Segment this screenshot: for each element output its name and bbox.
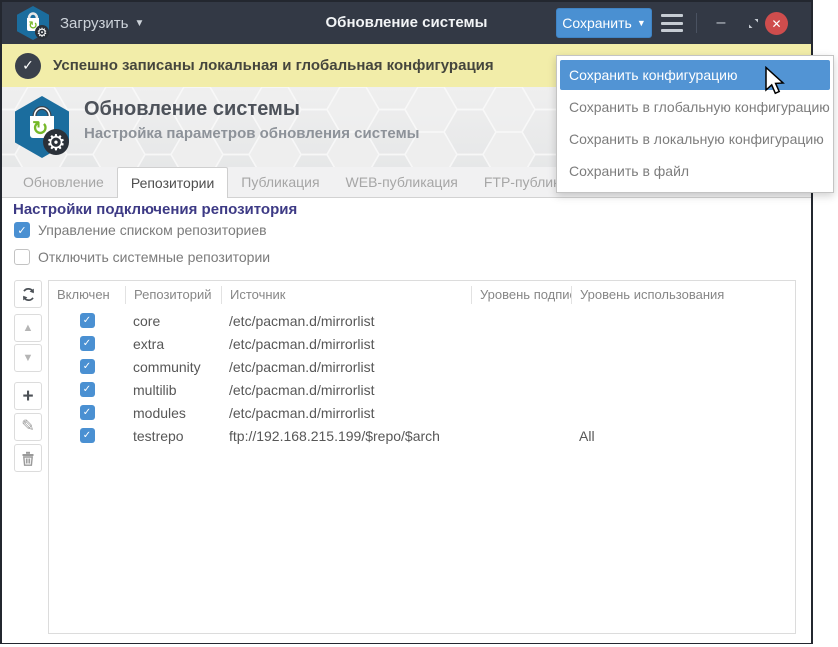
repositories-panel: Настройки подключения репозитория ✓ Упра… <box>2 198 811 643</box>
banner-title: Обновление системы <box>84 98 300 121</box>
menu-item-save-configuration[interactable]: Сохранить конфигурацию <box>560 60 830 90</box>
notification-message: Успешно записаны локальная и глобальная … <box>53 57 494 74</box>
table-row[interactable]: ✓ modules /etc/pacman.d/mirrorlist <box>49 401 795 424</box>
repo-usage-level: All <box>571 428 795 444</box>
move-down-button[interactable]: ▼ <box>14 344 42 372</box>
titlebar: ↻ ⚙ Загрузить ▼ Обновление системы Сохра… <box>2 2 811 44</box>
plus-icon: + <box>22 387 33 406</box>
save-dropdown-button[interactable]: Сохранить ▼ <box>556 8 652 38</box>
repositories-table: Включен Репозиторий Источник Уровень под… <box>48 280 796 634</box>
menu-item-save-global-configuration[interactable]: Сохранить в глобальную конфигурацию <box>560 92 830 122</box>
repo-name: modules <box>125 405 221 421</box>
load-dropdown-button[interactable]: Загрузить ▼ <box>60 2 144 44</box>
checkbox-unchecked[interactable] <box>14 249 30 265</box>
repo-source: ftp://192.168.215.199/$repo/$arch <box>221 428 471 444</box>
column-header-enabled[interactable]: Включен <box>49 286 125 304</box>
tab-update[interactable]: Обновление <box>10 167 117 197</box>
repo-name: multilib <box>125 382 221 398</box>
repo-name: core <box>125 313 221 329</box>
repo-source: /etc/pacman.d/mirrorlist <box>221 336 471 352</box>
row-checkbox-checked[interactable]: ✓ <box>80 428 95 443</box>
minimize-button[interactable]: – <box>708 2 734 44</box>
pencil-icon: ✎ <box>21 419 34 435</box>
svg-text:⚙: ⚙ <box>37 26 48 40</box>
row-checkbox-checked[interactable]: ✓ <box>80 359 95 374</box>
refresh-button[interactable] <box>14 280 42 308</box>
refresh-icon <box>21 287 36 302</box>
menu-hamburger-icon[interactable] <box>661 14 683 32</box>
desktop: ↻ ⚙ Загрузить ▼ Обновление системы Сохра… <box>0 0 838 647</box>
repo-name: community <box>125 359 221 375</box>
column-header-repository[interactable]: Репозиторий <box>125 286 221 304</box>
restore-icon <box>747 17 760 30</box>
column-header-source[interactable]: Источник <box>221 286 471 304</box>
section-heading: Настройки подключения репозитория <box>13 201 297 218</box>
table-header-row: Включен Репозиторий Источник Уровень под… <box>49 281 795 309</box>
delete-repo-button[interactable] <box>14 444 42 472</box>
banner-subtitle: Настройка параметров обновления системы <box>84 125 420 142</box>
caret-down-icon: ▼ <box>135 18 145 29</box>
tab-repositories[interactable]: Репозитории <box>117 167 228 198</box>
update-hexagon-icon: ↻ ⚙ <box>9 94 75 160</box>
tab-publication[interactable]: Публикация <box>228 167 332 197</box>
table-row[interactable]: ✓ extra /etc/pacman.d/mirrorlist <box>49 332 795 355</box>
row-checkbox-checked[interactable]: ✓ <box>80 313 95 328</box>
arrow-up-icon: ▲ <box>23 323 34 334</box>
repo-source: /etc/pacman.d/mirrorlist <box>221 359 471 375</box>
close-button[interactable]: ✕ <box>765 12 788 35</box>
success-check-icon: ✓ <box>15 53 41 79</box>
repo-name: extra <box>125 336 221 352</box>
column-header-usage-level[interactable]: Уровень использования <box>571 286 795 304</box>
trash-icon <box>21 451 35 466</box>
repo-source: /etc/pacman.d/mirrorlist <box>221 313 471 329</box>
row-checkbox-checked[interactable]: ✓ <box>80 405 95 420</box>
checkbox-label: Управление списком репозиториев <box>38 222 267 238</box>
repo-name: testrepo <box>125 428 221 444</box>
caret-down-icon: ▼ <box>637 18 646 28</box>
disable-system-repos-checkbox-row[interactable]: Отключить системные репозитории <box>14 249 270 265</box>
arrow-down-icon: ▼ <box>23 353 34 364</box>
row-checkbox-checked[interactable]: ✓ <box>80 336 95 351</box>
repo-source: /etc/pacman.d/mirrorlist <box>221 405 471 421</box>
repo-source: /etc/pacman.d/mirrorlist <box>221 382 471 398</box>
add-repo-button[interactable]: + <box>14 382 42 410</box>
menu-item-save-local-configuration[interactable]: Сохранить в локальную конфигурацию <box>560 124 830 154</box>
move-up-button[interactable]: ▲ <box>14 314 42 342</box>
checkbox-label: Отключить системные репозитории <box>38 249 270 265</box>
checkbox-checked[interactable]: ✓ <box>14 222 30 238</box>
titlebar-separator <box>696 13 697 33</box>
table-row[interactable]: ✓ core /etc/pacman.d/mirrorlist <box>49 309 795 332</box>
save-button-label: Сохранить <box>562 15 632 31</box>
menu-item-save-to-file[interactable]: Сохранить в файл <box>560 156 830 186</box>
row-checkbox-checked[interactable]: ✓ <box>80 382 95 397</box>
tab-web-publication[interactable]: WEB-публикация <box>333 167 471 197</box>
load-button-label: Загрузить <box>60 15 129 32</box>
app-icon: ↻ ⚙ <box>14 5 52 41</box>
table-row[interactable]: ✓ multilib /etc/pacman.d/mirrorlist <box>49 378 795 401</box>
column-header-signature-level[interactable]: Уровень подписи <box>471 286 571 304</box>
table-row[interactable]: ✓ testrepo ftp://192.168.215.199/$repo/$… <box>49 424 795 447</box>
manage-repo-list-checkbox-row[interactable]: ✓ Управление списком репозиториев <box>14 222 267 238</box>
edit-repo-button[interactable]: ✎ <box>14 413 42 441</box>
svg-text:⚙: ⚙ <box>46 130 66 155</box>
table-row[interactable]: ✓ community /etc/pacman.d/mirrorlist <box>49 355 795 378</box>
save-dropdown-menu: Сохранить конфигурацию Сохранить в глоба… <box>556 55 834 193</box>
maximize-button[interactable] <box>740 2 766 44</box>
